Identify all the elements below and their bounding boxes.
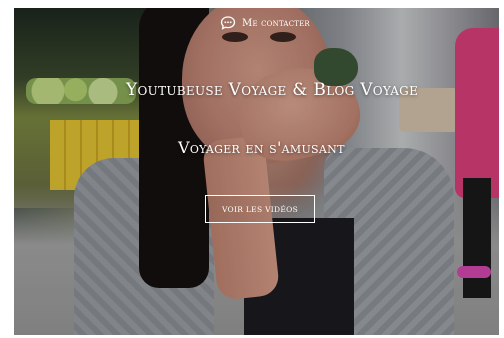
contact-link[interactable]: Me contacter bbox=[220, 14, 310, 32]
hero-title: Youtubeuse Voyage & Blog Voyage bbox=[126, 80, 419, 100]
chat-bubble-icon bbox=[220, 15, 236, 31]
view-videos-button[interactable]: VOIR LES VIDÉOS bbox=[205, 195, 315, 223]
contact-label: Me contacter bbox=[242, 17, 310, 29]
hero-subtitle: Voyager en s'amusant bbox=[178, 138, 345, 157]
hero-background-photo bbox=[14, 8, 499, 335]
view-videos-label: VOIR LES VIDÉOS bbox=[221, 204, 299, 214]
dark-overlay bbox=[14, 8, 499, 335]
